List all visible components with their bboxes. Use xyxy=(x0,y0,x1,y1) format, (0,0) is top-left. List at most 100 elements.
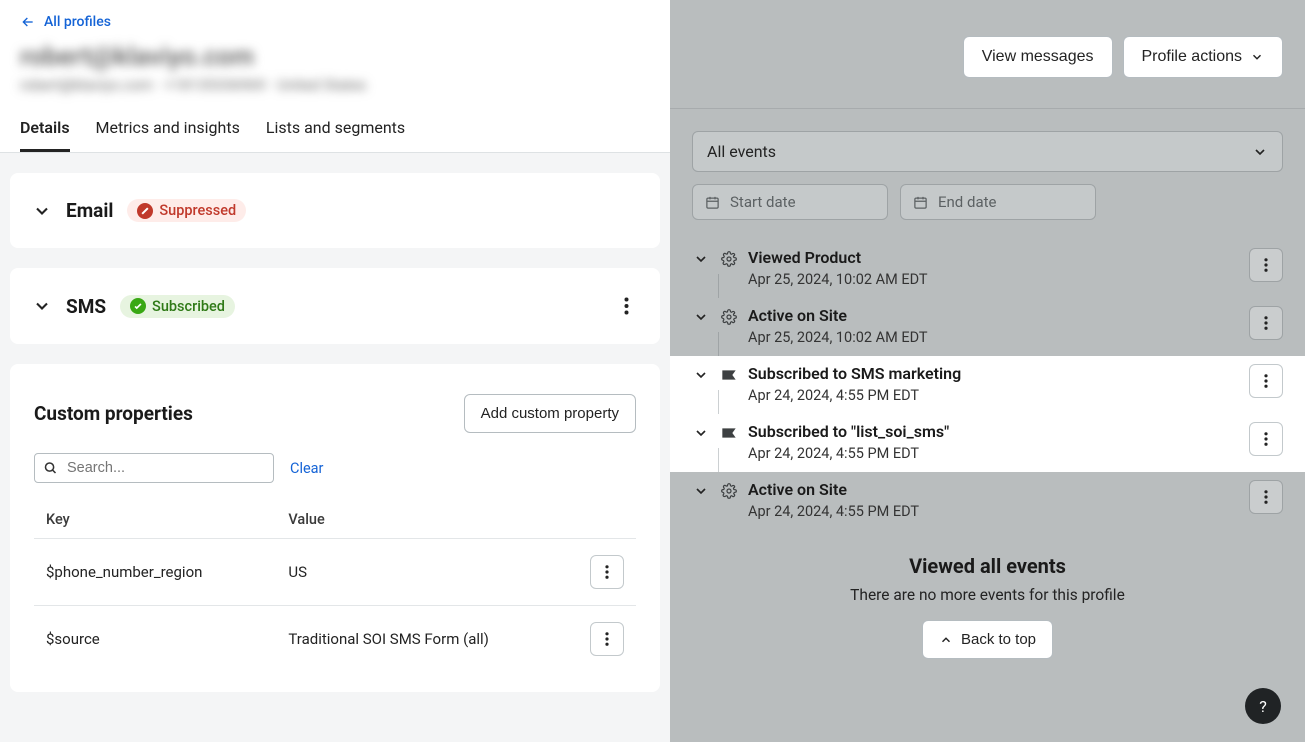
add-custom-property-button[interactable]: Add custom property xyxy=(464,394,636,433)
event-row: Subscribed to SMS marketing Apr 24, 2024,… xyxy=(670,356,1305,414)
sms-channel-card: SMS Subscribed xyxy=(10,268,660,344)
chevron-down-icon xyxy=(32,296,52,316)
event-title: Subscribed to "list_soi_sms" xyxy=(748,422,1241,441)
gear-icon xyxy=(720,250,738,268)
more-vertical-icon xyxy=(605,564,609,580)
start-date-placeholder: Start date xyxy=(730,193,796,211)
table-header-key: Key xyxy=(34,501,276,539)
event-expand-toggle[interactable] xyxy=(692,366,710,384)
email-status-label: Suppressed xyxy=(159,202,236,219)
timeline-connector xyxy=(718,274,719,300)
flag-icon xyxy=(720,424,738,442)
chevron-down-icon xyxy=(1250,50,1264,64)
event-timestamp: Apr 25, 2024, 10:02 AM EDT xyxy=(748,329,1241,346)
event-row: Active on Site Apr 25, 2024, 10:02 AM EDT xyxy=(670,298,1305,356)
event-timestamp: Apr 25, 2024, 10:02 AM EDT xyxy=(748,271,1241,288)
left-pane: All profiles robert@klaviyo.com robert@k… xyxy=(0,0,670,742)
event-title: Active on Site xyxy=(748,306,1241,325)
custom-properties-search-input[interactable] xyxy=(34,453,274,483)
event-expand-toggle[interactable] xyxy=(692,424,710,442)
event-filter-select[interactable]: All events xyxy=(692,131,1283,172)
event-row: Active on Site Apr 24, 2024, 4:55 PM EDT xyxy=(670,472,1305,530)
flag-icon xyxy=(720,366,738,384)
viewed-all-subtitle: There are no more events for this profil… xyxy=(692,586,1283,604)
custom-properties-clear-link[interactable]: Clear xyxy=(290,460,323,477)
chevron-down-icon xyxy=(32,201,52,221)
table-row: $phone_number_region US xyxy=(34,539,636,606)
back-link-label: All profiles xyxy=(44,14,111,30)
event-filter-label: All events xyxy=(707,142,776,161)
viewed-all-title: Viewed all events xyxy=(692,554,1283,578)
event-expand-toggle[interactable] xyxy=(692,250,710,268)
sms-collapse-toggle[interactable] xyxy=(32,296,52,316)
tab-metrics-insights[interactable]: Metrics and insights xyxy=(96,118,240,152)
event-title: Viewed Product xyxy=(748,248,1241,267)
back-to-top-label: Back to top xyxy=(961,631,1036,648)
event-timestamp: Apr 24, 2024, 4:55 PM EDT xyxy=(748,503,1241,520)
timeline-connector xyxy=(718,332,719,358)
right-top-actions: View messages Profile actions xyxy=(670,0,1305,109)
end-date-input[interactable]: End date xyxy=(900,184,1096,220)
end-date-placeholder: End date xyxy=(938,193,996,211)
help-fab-button[interactable]: ? xyxy=(1245,688,1281,724)
prop-value: US xyxy=(276,539,578,606)
email-channel-card: Email Suppressed xyxy=(10,173,660,248)
suppressed-icon xyxy=(137,203,153,219)
right-body: All events Start date End date Viewed Pr… xyxy=(670,109,1305,683)
tab-lists-segments[interactable]: Lists and segments xyxy=(266,118,405,152)
event-row: Subscribed to "list_soi_sms" Apr 24, 2024… xyxy=(670,414,1305,472)
event-row: Viewed Product Apr 25, 2024, 10:02 AM EDT xyxy=(670,240,1305,298)
tab-details[interactable]: Details xyxy=(20,118,70,152)
email-collapse-toggle[interactable] xyxy=(32,201,52,221)
left-header: All profiles robert@klaviyo.com robert@k… xyxy=(0,0,670,153)
event-timestamp: Apr 24, 2024, 4:55 PM EDT xyxy=(748,445,1241,462)
start-date-input[interactable]: Start date xyxy=(692,184,888,220)
table-header-value: Value xyxy=(276,501,578,539)
custom-properties-table: Key Value $phone_number_region US xyxy=(34,501,636,672)
custom-properties-title: Custom properties xyxy=(34,402,193,425)
right-pane: View messages Profile actions All events… xyxy=(670,0,1305,742)
event-title: Active on Site xyxy=(748,480,1241,499)
profile-tabs: Details Metrics and insights Lists and s… xyxy=(20,118,650,152)
left-body: Email Suppressed SMS xyxy=(0,153,670,712)
more-vertical-icon xyxy=(605,631,609,647)
sms-title: SMS xyxy=(66,295,106,318)
table-row: $source Traditional SOI SMS Form (all) xyxy=(34,606,636,673)
arrow-left-icon xyxy=(20,14,36,30)
event-expand-toggle[interactable] xyxy=(692,308,710,326)
sms-status-label: Subscribed xyxy=(152,298,225,315)
event-timestamp: Apr 24, 2024, 4:55 PM EDT xyxy=(748,387,1241,404)
custom-properties-card: Custom properties Add custom property Cl… xyxy=(10,364,660,692)
profile-subtitle-blurred: robert@klaviyo.com · +18135336969 · Unit… xyxy=(20,76,650,94)
email-status-pill: Suppressed xyxy=(127,199,246,222)
profile-actions-label: Profile actions xyxy=(1142,48,1243,66)
prop-key: $source xyxy=(34,606,276,673)
prop-row-more-menu[interactable] xyxy=(590,622,624,656)
event-more-menu[interactable] xyxy=(1249,248,1283,282)
event-more-menu[interactable] xyxy=(1249,306,1283,340)
event-more-menu[interactable] xyxy=(1249,422,1283,456)
profile-actions-button[interactable]: Profile actions xyxy=(1123,36,1284,78)
prop-value: Traditional SOI SMS Form (all) xyxy=(276,606,578,673)
search-icon xyxy=(43,461,58,476)
event-expand-toggle[interactable] xyxy=(692,482,710,500)
view-messages-button[interactable]: View messages xyxy=(963,36,1113,78)
back-to-all-profiles-link[interactable]: All profiles xyxy=(20,14,650,30)
date-range-row: Start date End date xyxy=(692,184,1283,220)
gear-icon xyxy=(720,482,738,500)
event-more-menu[interactable] xyxy=(1249,480,1283,514)
sms-more-menu[interactable] xyxy=(614,294,638,318)
calendar-icon xyxy=(913,195,928,210)
event-more-menu[interactable] xyxy=(1249,364,1283,398)
events-list: Viewed Product Apr 25, 2024, 10:02 AM EDT… xyxy=(670,240,1305,530)
subscribed-check-icon xyxy=(130,298,146,314)
gear-icon xyxy=(720,308,738,326)
sms-status-pill: Subscribed xyxy=(120,295,235,318)
timeline-connector xyxy=(718,390,719,416)
prop-key: $phone_number_region xyxy=(34,539,276,606)
event-title: Subscribed to SMS marketing xyxy=(748,364,1241,383)
viewed-all-events-block: Viewed all events There are no more even… xyxy=(692,530,1283,683)
back-to-top-button[interactable]: Back to top xyxy=(922,620,1053,659)
prop-row-more-menu[interactable] xyxy=(590,555,624,589)
timeline-connector xyxy=(718,448,719,474)
